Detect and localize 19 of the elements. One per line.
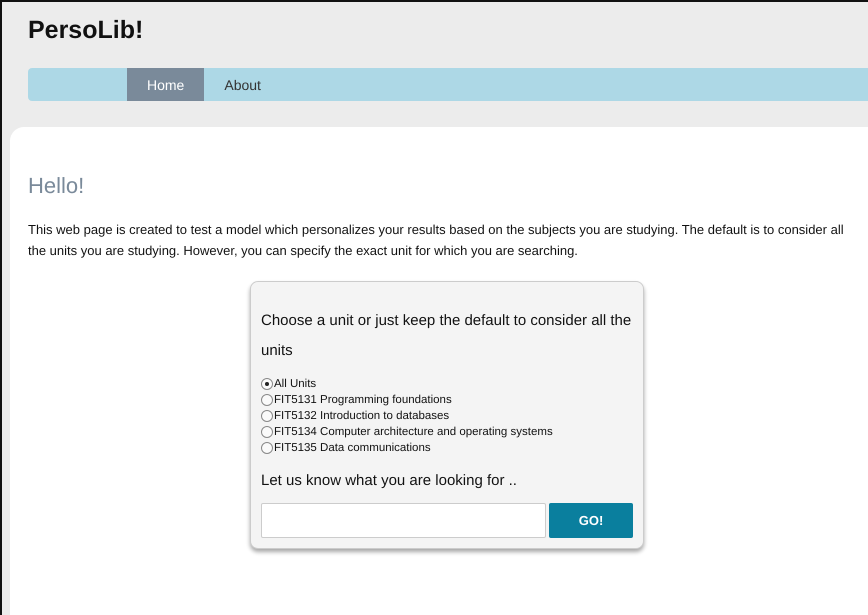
- unit-label: FIT5132 Introduction to databases: [274, 410, 450, 422]
- unit-label: FIT5135 Data communications: [274, 442, 431, 454]
- unit-label: FIT5131 Programming foundations: [274, 394, 452, 406]
- unit-label: FIT5134 Computer architecture and operating systems: [274, 426, 553, 438]
- unit-label: All Units: [274, 378, 316, 390]
- unit-prompt: Choose a unit or just keep the default to consider all the units: [261, 311, 632, 361]
- radio-button[interactable]: [261, 426, 273, 438]
- radio-button[interactable]: [261, 378, 273, 390]
- radio-button[interactable]: [261, 394, 273, 406]
- query-label: Let us know what you are looking for ..: [261, 472, 518, 489]
- site-title: PersoLib!: [28, 16, 144, 46]
- search-field[interactable]: [261, 503, 546, 538]
- go-button[interactable]: GO!: [549, 503, 633, 538]
- nav-tab[interactable]: Home: [127, 68, 204, 101]
- heading: Hello!: [28, 173, 86, 199]
- nav-tab[interactable]: About: [204, 68, 281, 101]
- intro-text: This web page is created to test a model which personalizes your results based on the subjects you are studying. The default is to consider all the units you are studying. However, you can specify the exact unit for which you are searching.: [28, 221, 845, 260]
- radio-button[interactable]: [261, 410, 273, 422]
- radio-button[interactable]: [261, 442, 273, 454]
